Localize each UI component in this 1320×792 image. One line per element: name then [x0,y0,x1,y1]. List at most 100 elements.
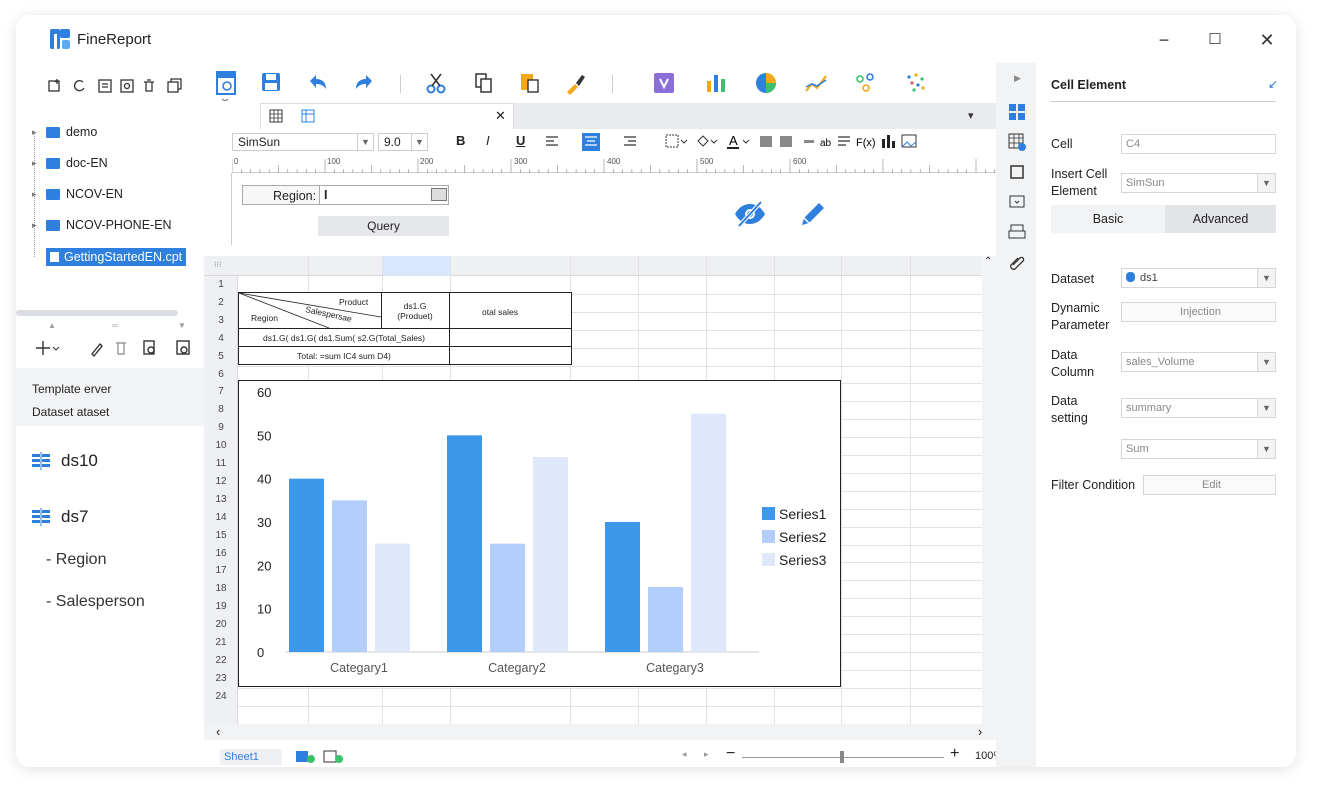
row-number[interactable]: 17 [204,565,238,576]
tree-item-ncov-en[interactable]: ▸ NCOV-EN [32,184,123,204]
filter-edit-button[interactable]: Edit [1143,475,1276,495]
region-input[interactable]: I [319,185,449,205]
row-number[interactable]: 7 [204,386,238,397]
minimize-button[interactable]: − [1151,27,1177,53]
row-number[interactable]: 19 [204,601,238,612]
alignment-toolbar[interactable]: A ab F(x) [546,133,996,151]
tree-item-doc-en[interactable]: ▸ doc-EN [32,153,108,173]
bar-series3-categary1[interactable] [375,543,410,652]
dataset-item-ds7[interactable]: ds7 [32,507,88,527]
bar-series2-categary1[interactable] [332,500,367,652]
zoom-in-button[interactable]: + [950,745,959,763]
data-column-select[interactable]: sales_Volume ▼ [1121,352,1276,372]
field-item-salesperson[interactable]: - Salesperson [46,593,145,611]
tree-item-selected-template[interactable]: GettingStartedEN.cpt [46,247,187,267]
tree-item-ncov-phone-en[interactable]: ▸ NCOV-PHONE-EN [32,215,172,235]
insert-cell-element-select[interactable]: SimSun ▼ [1121,173,1276,193]
row-number[interactable]: 4 [204,333,238,344]
embedded-chart[interactable]: 0 10 20 30 40 50 60 Categary1 Categary2 Categary3… [238,380,841,687]
edit-parameter-icon[interactable] [798,199,828,229]
horizontal-scrollbar[interactable]: ‹ › [204,724,996,740]
bar-series3-categary2[interactable] [533,457,568,652]
row-number[interactable]: 16 [204,548,238,559]
scroll-left-icon[interactable]: ‹ [216,724,220,739]
row-number[interactable]: 9 [204,422,238,433]
tab-current-template[interactable]: ✕ [260,103,514,129]
close-tab-icon[interactable]: ✕ [495,108,506,124]
row-number[interactable]: 6 [204,369,238,380]
row-number[interactable]: 5 [204,351,238,362]
tree-scrollbar[interactable] [16,310,178,316]
row-number[interactable]: 2 [204,297,238,308]
copy-icon[interactable] [472,71,496,95]
dropdown-icon[interactable] [431,188,447,201]
scroll-right-icon[interactable]: › [978,724,982,739]
add-sheet-icons[interactable] [296,750,346,764]
insert-map-chart-icon[interactable] [904,71,928,95]
row-number[interactable]: 14 [204,512,238,523]
underline-button[interactable]: U [516,133,525,148]
paste-icon[interactable] [518,71,542,95]
dataset-item-ds10[interactable]: ds10 [32,451,98,471]
close-button[interactable]: ✕ [1254,27,1280,53]
dataset-toolbar[interactable] [32,335,204,361]
report-table[interactable]: Product Salespersae Region ds1.G (Produe… [238,292,572,365]
dynamic-parameter-button[interactable]: Injection [1121,302,1276,322]
query-button[interactable]: Query [318,216,449,236]
scroll-up-icon[interactable]: ⌃ [984,256,992,267]
vertical-scrollbar[interactable]: ⌃ [982,256,996,724]
sheet-tab[interactable]: Sheet1 [220,749,282,765]
row-number[interactable]: 15 [204,530,238,541]
collapse-panel-icon[interactable]: ▶ [1014,73,1021,84]
form-template-icon[interactable] [652,71,676,95]
dataset-select[interactable]: ds1 ▼ [1121,268,1276,288]
tab-basic[interactable]: Basic [1051,205,1165,233]
bar-series2-categary2[interactable] [490,543,525,652]
bar-series1-categary3[interactable] [605,522,640,652]
float-element-icon[interactable] [1008,163,1026,181]
next-sheet-icon[interactable]: ▸ [704,749,709,760]
bar-series2-categary3[interactable] [648,587,683,652]
row-number[interactable]: 12 [204,476,238,487]
prev-sheet-icon[interactable]: ◂ [682,749,687,760]
font-size-select[interactable]: 9.0 ▼ [378,133,428,151]
row-number[interactable]: 11 [204,458,238,469]
form-view-icon[interactable] [301,109,315,123]
italic-button[interactable]: I [486,133,490,148]
bar-series3-categary3[interactable] [691,413,726,652]
row-number[interactable]: 24 [204,691,238,702]
row-number[interactable]: 20 [204,619,238,630]
row-number[interactable]: 3 [204,315,238,326]
zoom-out-button[interactable]: − [726,745,735,763]
template-preview-icon[interactable] [216,71,238,101]
bar-series1-categary2[interactable] [447,435,482,652]
font-family-select[interactable]: SimSun ▼ [232,133,374,151]
maximize-button[interactable]: ☐ [1202,27,1228,53]
insert-scatter-chart-icon[interactable] [854,71,878,95]
redo-icon[interactable] [352,71,376,95]
tab-advanced[interactable]: Advanced [1165,205,1276,233]
data-setting-select[interactable]: summary ▼ [1121,398,1276,418]
row-number[interactable]: 21 [204,637,238,648]
cut-icon[interactable] [424,71,448,95]
row-number[interactable]: 10 [204,440,238,451]
row-number[interactable]: 22 [204,655,238,666]
template-toolbar[interactable] [46,77,196,95]
cell-attribute-icon[interactable] [1008,133,1026,151]
row-number[interactable]: 23 [204,673,238,684]
summary-method-select[interactable]: Sum ▼ [1121,439,1276,459]
bar-series1-categary1[interactable] [289,478,324,652]
bold-button[interactable]: B [456,133,465,148]
insert-line-chart-icon[interactable] [804,71,828,95]
widget-settings-icon[interactable] [1008,193,1026,211]
tab-menu-icon[interactable]: ▾ [968,109,974,122]
insert-bar-chart-icon[interactable] [704,71,728,95]
row-number[interactable]: 1 [204,279,238,290]
row-number[interactable]: 8 [204,404,238,415]
grid-view-icon[interactable] [269,109,283,123]
panel-splitter[interactable]: ▲ ═ ▼ [32,321,204,331]
insert-pie-chart-icon[interactable] [754,71,778,95]
cell-element-icon[interactable] [1008,103,1026,121]
conditional-attribute-icon[interactable] [1008,223,1026,241]
format-painter-icon[interactable] [564,71,588,95]
